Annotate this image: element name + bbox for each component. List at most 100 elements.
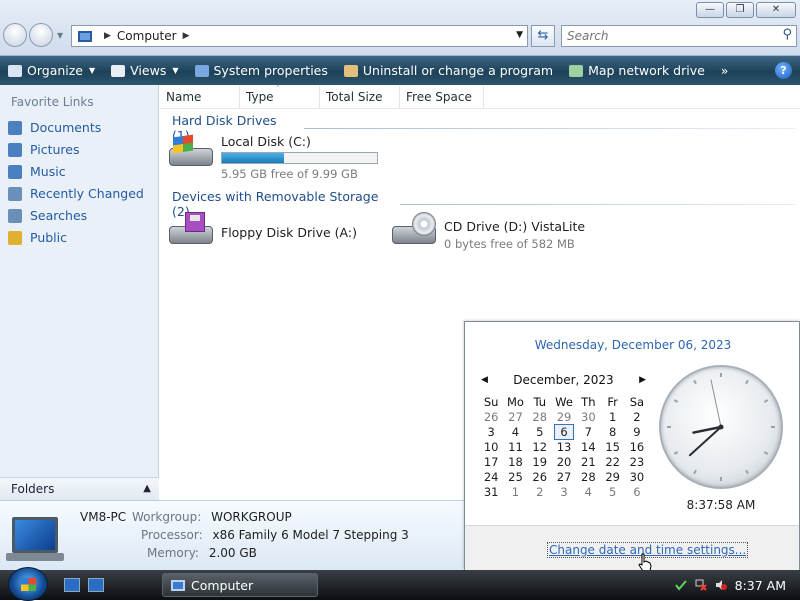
breadcrumb-chevron-icon[interactable]: ▶: [183, 31, 190, 41]
command-uninstall-or-change-a-program[interactable]: Uninstall or change a program: [336, 56, 561, 85]
favorite-link-public[interactable]: Public: [8, 230, 67, 245]
favorite-link-searches[interactable]: Searches: [8, 208, 87, 223]
taskbar-window-computer[interactable]: Computer: [162, 573, 318, 597]
calendar-day[interactable]: 23: [625, 454, 649, 469]
calendar-day[interactable]: 4: [503, 424, 527, 439]
calendar-day[interactable]: 29: [552, 409, 576, 424]
calendar-day[interactable]: 24: [479, 469, 503, 484]
minimize-icon[interactable]: —: [696, 2, 724, 18]
network-disconnected-icon[interactable]: [695, 579, 707, 591]
favorite-link-recently-changed[interactable]: Recently Changed: [8, 186, 144, 201]
calendar-day[interactable]: 1: [503, 484, 527, 499]
breadcrumb-computer[interactable]: Computer: [117, 29, 177, 43]
command-map-network-drive[interactable]: Map network drive: [561, 56, 713, 85]
maximize-icon[interactable]: ❐: [726, 2, 754, 18]
command-organize[interactable]: Organize ▼: [0, 56, 103, 85]
calendar-day[interactable]: 30: [625, 469, 649, 484]
column-header-total-size[interactable]: Total Size: [320, 86, 400, 108]
taskbar-clock[interactable]: 8:37 AM: [735, 578, 786, 593]
start-button[interactable]: [8, 567, 48, 601]
column-header-type[interactable]: ˄ Type: [240, 84, 320, 108]
close-icon[interactable]: ✕: [756, 2, 796, 18]
calendar-day[interactable]: 2: [625, 409, 649, 424]
calendar-day[interactable]: 5: [528, 424, 552, 439]
calendar-day[interactable]: 27: [503, 409, 527, 424]
previous-month-icon[interactable]: ◀: [481, 375, 488, 385]
calendar-day[interactable]: 26: [528, 469, 552, 484]
calendar-day[interactable]: 13: [552, 439, 576, 454]
folders-toggle[interactable]: Folders ▲: [0, 477, 159, 500]
address-bar[interactable]: ▶ Computer ▶ ▼: [71, 25, 528, 47]
column-header-name[interactable]: Name: [160, 86, 240, 108]
computer-icon: [171, 579, 185, 591]
calendar-day[interactable]: 3: [479, 424, 503, 439]
calendar-day[interactable]: 22: [600, 454, 624, 469]
calendar-day[interactable]: 10: [479, 439, 503, 454]
command-views[interactable]: Views ▼: [103, 56, 186, 85]
calendar-day[interactable]: 28: [528, 409, 552, 424]
calendar-day[interactable]: 26: [479, 409, 503, 424]
calendar-day[interactable]: 5: [600, 484, 624, 499]
refresh-button[interactable]: ⇆: [531, 25, 555, 47]
calendar-day[interactable]: 16: [625, 439, 649, 454]
more-commands-button[interactable]: »: [713, 56, 737, 85]
calendar-day[interactable]: 18: [503, 454, 527, 469]
recently-changed-folder-icon: [8, 186, 22, 201]
forward-button[interactable]: [29, 23, 53, 47]
switch-windows-icon[interactable]: [88, 578, 104, 592]
drive-cd[interactable]: CD Drive (D:) VistaLite 0 bytes free of …: [390, 212, 585, 251]
calendar-day-today[interactable]: 6: [552, 423, 576, 440]
calendar-day[interactable]: 27: [552, 469, 576, 484]
security-check-icon[interactable]: [674, 579, 687, 591]
command-system-properties[interactable]: System properties: [187, 56, 336, 85]
calendar-day-number: 21: [581, 454, 596, 469]
search-input[interactable]: [562, 26, 762, 46]
drive-local-disk[interactable]: Local Disk (C:) 5.95 GB free of 9.99 GB: [167, 134, 378, 181]
help-icon[interactable]: ?: [775, 62, 792, 79]
next-month-icon[interactable]: ▶: [639, 375, 646, 385]
favorite-link-pictures[interactable]: Pictures: [8, 142, 80, 157]
column-label: Name: [166, 90, 202, 104]
calendar-day[interactable]: 17: [479, 454, 503, 469]
month-label[interactable]: December, 2023: [513, 373, 613, 387]
calendar-day[interactable]: 19: [528, 454, 552, 469]
recent-pages-dropdown-icon[interactable]: ▼: [57, 31, 63, 40]
calendar-day-number: 3: [487, 424, 495, 439]
calendar-day-number: 31: [483, 484, 499, 499]
calendar-day[interactable]: 29: [600, 469, 624, 484]
calendar-day[interactable]: 3: [552, 484, 576, 499]
breadcrumb-chevron-icon[interactable]: ▶: [104, 31, 111, 41]
chevron-up-icon[interactable]: ▲: [143, 478, 151, 500]
calendar-day[interactable]: 15: [600, 439, 624, 454]
calendar-day[interactable]: 20: [552, 454, 576, 469]
favorite-link-documents[interactable]: Documents: [8, 120, 101, 135]
column-header-free-space[interactable]: Free Space: [400, 86, 484, 108]
calendar-day[interactable]: 6: [625, 484, 649, 499]
column-label: Total Size: [326, 90, 383, 104]
calendar-day[interactable]: 31: [479, 484, 503, 499]
address-dropdown-icon[interactable]: ▼: [516, 30, 523, 40]
calendar-day[interactable]: 7: [576, 424, 600, 439]
calendar-day[interactable]: 12: [528, 439, 552, 454]
favorite-link-music[interactable]: Music: [8, 164, 66, 179]
drive-floppy[interactable]: Floppy Disk Drive (A:): [167, 212, 357, 248]
calendar-day[interactable]: 21: [576, 454, 600, 469]
back-button[interactable]: [3, 23, 27, 47]
music-folder-icon: [8, 164, 22, 179]
calendar-day[interactable]: 4: [576, 484, 600, 499]
show-desktop-icon[interactable]: [64, 578, 80, 592]
calendar-day[interactable]: 1: [600, 409, 624, 424]
favorite-link-label: Recently Changed: [30, 186, 144, 201]
calendar-day[interactable]: 25: [503, 469, 527, 484]
floppy-drive-icon: [167, 212, 213, 248]
calendar-day[interactable]: 11: [503, 439, 527, 454]
calendar-day[interactable]: 8: [600, 424, 624, 439]
volume-muted-icon[interactable]: [715, 579, 727, 591]
calendar-day[interactable]: 28: [576, 469, 600, 484]
calendar-day[interactable]: 9: [625, 424, 649, 439]
calendar-day[interactable]: 30: [576, 409, 600, 424]
calendar-day-number: 6: [554, 423, 574, 440]
search-icon[interactable]: ⚲: [782, 27, 792, 42]
calendar-day[interactable]: 2: [528, 484, 552, 499]
calendar-day[interactable]: 14: [576, 439, 600, 454]
